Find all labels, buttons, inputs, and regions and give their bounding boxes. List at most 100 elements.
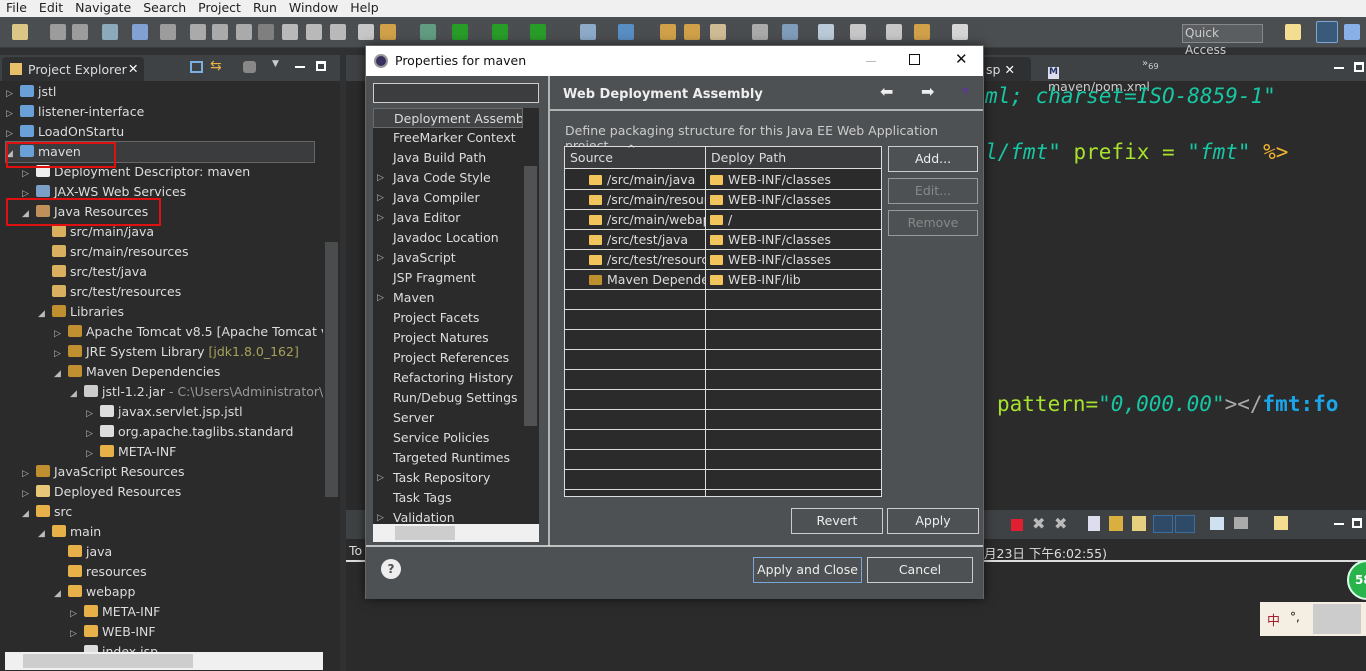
collapse-all-icon[interactable] — [190, 61, 203, 73]
tree-item[interactable]: ▷ jstl — [6, 82, 56, 102]
filter-input[interactable] — [373, 83, 539, 103]
tree-item[interactable]: ◢ Maven Dependencies — [54, 362, 220, 382]
tree-item[interactable]: ▷ listener-interface — [6, 102, 144, 122]
drop-frame-icon[interactable] — [358, 24, 374, 40]
menu-search[interactable]: Search — [137, 0, 192, 17]
ime-mode[interactable]: 中 — [1267, 610, 1280, 629]
explorer-horizontal-scrollbar[interactable] — [5, 652, 323, 670]
back-icon[interactable]: ⬅ — [880, 82, 893, 101]
collapsed-icon[interactable]: ▷ — [377, 168, 384, 188]
revert-button[interactable]: Revert — [791, 508, 883, 534]
expanded-icon[interactable]: ◢ — [38, 304, 52, 324]
editor-tab-jsp[interactable]: sp ✕ — [976, 57, 1031, 81]
open-type-icon[interactable] — [684, 24, 700, 40]
table-row[interactable]: /src/test/resources WEB-INF/classes — [565, 250, 881, 270]
nav-item[interactable]: Targeted Runtimes — [373, 448, 523, 468]
tree-item[interactable]: ◢ src — [22, 502, 72, 522]
nav-item[interactable]: ▷ Java Compiler — [373, 188, 523, 208]
use-step-filters-icon[interactable] — [380, 24, 396, 40]
tree-item[interactable]: ▷ META-INF — [86, 442, 176, 462]
save-all-icon[interactable] — [72, 24, 88, 40]
close-icon[interactable]: ✕ — [1004, 62, 1014, 77]
nav-item[interactable]: Javadoc Location — [373, 228, 523, 248]
new-console-icon[interactable] — [1274, 516, 1288, 530]
help-icon[interactable]: ? — [381, 559, 401, 579]
maximize-icon[interactable] — [1354, 62, 1364, 72]
nav-item[interactable]: Project Natures — [373, 328, 523, 348]
expanded-icon[interactable]: ◢ — [70, 384, 84, 404]
run-external-icon[interactable] — [530, 24, 546, 40]
resume-icon[interactable] — [190, 24, 206, 40]
table-row[interactable]: /src/test/java WEB-INF/classes — [565, 230, 881, 250]
clear-console-icon[interactable] — [1088, 516, 1100, 531]
tree-item[interactable]: java — [54, 542, 112, 562]
minimize-icon[interactable] — [1334, 523, 1344, 525]
annotate-icon[interactable] — [818, 24, 834, 40]
tree-item[interactable]: ◢ Libraries — [38, 302, 124, 322]
java-ee-perspective-icon[interactable] — [1316, 21, 1338, 43]
menu-window[interactable]: Window — [283, 0, 344, 17]
cancel-button[interactable]: Cancel — [867, 557, 973, 583]
console-icon[interactable] — [132, 24, 148, 40]
nav-item[interactable]: Project Facets — [373, 308, 523, 328]
terminate-icon[interactable] — [236, 24, 252, 40]
prev-icon[interactable] — [886, 24, 902, 40]
step-over-icon[interactable] — [306, 24, 322, 40]
new-class-icon[interactable] — [618, 24, 634, 40]
debug-icon[interactable] — [420, 24, 436, 40]
collapsed-icon[interactable]: ▷ — [377, 248, 384, 268]
markers-icon[interactable] — [710, 24, 726, 40]
maximize-icon[interactable] — [316, 61, 326, 71]
collapsed-icon[interactable]: ▷ — [86, 424, 100, 444]
tree-item[interactable]: ◢ main — [38, 522, 101, 542]
expanded-icon[interactable]: ◢ — [38, 524, 52, 544]
expanded-icon[interactable]: ◢ — [22, 504, 36, 524]
menu-help[interactable]: Help — [344, 0, 385, 17]
collapsed-icon[interactable]: ▷ — [377, 508, 384, 524]
collapsed-icon[interactable]: ▷ — [377, 208, 384, 228]
add-button[interactable]: Add... — [888, 146, 978, 172]
collapsed-icon[interactable]: ▷ — [377, 188, 384, 208]
nav-item[interactable]: ▷ JavaScript — [373, 248, 523, 268]
collapsed-icon[interactable]: ▷ — [22, 464, 36, 484]
nav-item[interactable]: ▷ Validation — [373, 508, 523, 524]
view-menu-icon[interactable]: ▼ — [962, 87, 969, 97]
tab-overflow-button[interactable]: »69 — [1142, 58, 1159, 71]
tree-item[interactable]: resources — [54, 562, 147, 582]
nav-scroll-thumb[interactable] — [524, 166, 537, 426]
nav-item[interactable]: Run/Debug Settings — [373, 388, 523, 408]
apply-and-close-button[interactable]: Apply and Close — [753, 557, 862, 583]
java-perspective-icon[interactable] — [1344, 24, 1360, 40]
nav-item[interactable]: ▷ Maven — [373, 288, 523, 308]
collapsed-icon[interactable]: ▷ — [377, 288, 384, 308]
new-server-icon[interactable] — [580, 24, 596, 40]
tree-item[interactable]: ◢ jstl-1.2.jar - C:\Users\Administrator\.… — [70, 382, 339, 402]
collapsed-icon[interactable]: ▷ — [6, 104, 20, 124]
table-row[interactable]: Maven Dependencies WEB-INF/lib — [565, 270, 881, 290]
tree-item[interactable]: ◢ webapp — [54, 582, 135, 602]
collapsed-icon[interactable]: ▷ — [86, 404, 100, 424]
menu-file[interactable]: File — [0, 0, 33, 17]
nav-item[interactable]: Project References — [373, 348, 523, 368]
remove-all-icon[interactable]: ✖ — [1054, 514, 1067, 533]
forward-icon[interactable]: ➡ — [921, 82, 934, 101]
tree-item[interactable]: ▷ WEB-INF — [70, 622, 156, 642]
explorer-scroll-thumb[interactable] — [325, 242, 338, 497]
tree-item[interactable]: ▷ Apache Tomcat v8.5 [Apache Tomcat v8 — [54, 322, 336, 342]
nav-item[interactable]: Server — [373, 408, 523, 428]
step-return-icon[interactable] — [330, 24, 346, 40]
scroll-lock-icon[interactable] — [1109, 516, 1123, 531]
scroll-thumb[interactable] — [23, 654, 193, 668]
show-stdout-icon[interactable] — [1153, 515, 1173, 533]
nav-item[interactable]: ▷ Java Code Style — [373, 168, 523, 188]
tree-item[interactable]: ▷ LoadOnStartu — [6, 122, 124, 142]
nav-item[interactable]: FreeMarker Context — [373, 128, 523, 148]
skip-breakpoints-icon[interactable] — [160, 24, 176, 40]
nav-item[interactable]: ▷ Java Editor — [373, 208, 523, 228]
terminate-icon[interactable] — [1011, 519, 1023, 531]
expanded-icon[interactable]: ◢ — [54, 584, 68, 604]
suspend-icon[interactable] — [212, 24, 228, 40]
tree-item[interactable]: ▷ javax.servlet.jsp.jstl — [86, 402, 243, 422]
menu-navigate[interactable]: Navigate — [69, 0, 137, 17]
perspective-icon[interactable] — [1285, 24, 1301, 40]
